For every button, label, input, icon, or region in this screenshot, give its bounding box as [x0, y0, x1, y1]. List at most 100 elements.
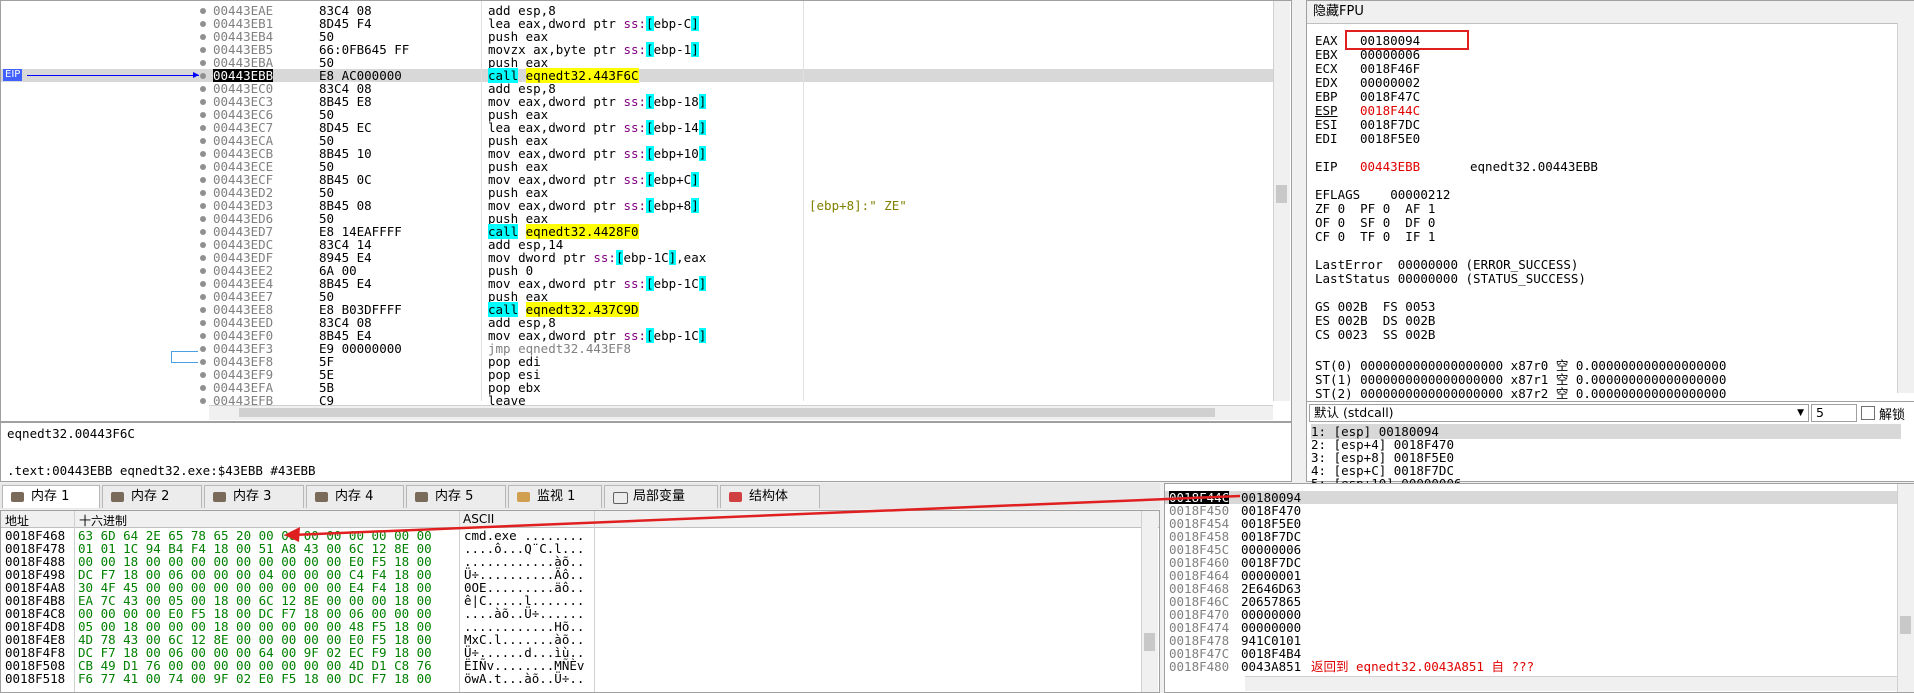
breakpoint-dot[interactable]: [200, 398, 206, 404]
breakpoint-dot[interactable]: [200, 112, 206, 118]
tab-2[interactable]: 内存 3: [204, 485, 304, 508]
stack-vscroll[interactable]: [1897, 484, 1914, 692]
breakpoint-dot[interactable]: [200, 216, 206, 222]
calling-convention-select[interactable]: 默认 (stdcall) ▼: [1309, 404, 1809, 422]
breakpoint-dot[interactable]: [200, 34, 206, 40]
breakpoint-dot[interactable]: [200, 294, 206, 300]
flags-line[interactable]: CF 0 TF 0 IF 1: [1315, 229, 1435, 244]
segment-line[interactable]: GS 002B FS 0053: [1315, 299, 1435, 314]
segment-line[interactable]: CS 0023 SS 002B: [1315, 327, 1435, 342]
disasm-row[interactable]: 00443EB1 8D45 F4 lea eax,dword ptr ss:[ebp…: [1, 16, 1273, 31]
fpu-st-line[interactable]: ST(2) 0000000000000000000 x87r2 空 0.0000…: [1315, 383, 1726, 402]
registers-pane[interactable]: 隐藏FPU EAX 00180094 EBX 00000006 ECX 0018F46F E…: [1306, 0, 1914, 402]
disasm-hscroll-thumb[interactable]: [239, 408, 1215, 417]
memory-icon: [213, 492, 226, 502]
register-ebp[interactable]: EBP 0018F47C: [1315, 89, 1420, 104]
breakpoint-dot[interactable]: [200, 73, 206, 79]
column-separator: [74, 511, 75, 692]
register-esp[interactable]: ESP 0018F44C: [1315, 103, 1420, 118]
breakpoint-dot[interactable]: [200, 346, 206, 352]
tab-3[interactable]: 内存 4: [306, 485, 404, 508]
tab-1[interactable]: 内存 2: [102, 485, 202, 508]
register-esi[interactable]: ESI 0018F7DC: [1315, 117, 1420, 132]
disasm-row[interactable]: 00443EDF 8945 E4 mov dword ptr ss:[ebp-1C]…: [1, 250, 1273, 265]
disassembly-pane[interactable]: 00443EAE 83C4 08 add esp,8 00443EB1 8D45 F4 l…: [0, 0, 1292, 422]
breakpoint-dot[interactable]: [200, 21, 206, 27]
register-ecx[interactable]: ECX 0018F46F: [1315, 61, 1420, 76]
breakpoint-dot[interactable]: [200, 359, 206, 365]
last-error-line[interactable]: LastError 00000000 (ERROR_SUCCESS): [1315, 257, 1578, 272]
stack-vscroll-thumb[interactable]: [1900, 616, 1911, 634]
segment-line[interactable]: ES 002B DS 002B: [1315, 313, 1435, 328]
tab-4[interactable]: 内存 5: [406, 485, 506, 508]
breakpoint-dot[interactable]: [200, 8, 206, 14]
dump-vscroll[interactable]: [1141, 511, 1158, 692]
eflags-line[interactable]: EFLAGS 00000212: [1315, 187, 1450, 202]
tab-0[interactable]: 内存 1: [2, 485, 100, 508]
dump-ascii[interactable]: öwA.t...àõ..Ü÷..: [464, 672, 584, 685]
breakpoint-dot[interactable]: [200, 203, 206, 209]
column-separator: [594, 511, 595, 692]
stack-row[interactable]: 0018F480 0043A851 返回到 eqnedt32.0043A851 自 …: [1165, 660, 1897, 673]
register-edi[interactable]: EDI 0018F5E0: [1315, 131, 1420, 146]
dump-hex[interactable]: F6 77 41 00 74 00 9F 02 E0 F5 18 00 DC F…: [78, 672, 432, 685]
breakpoint-dot[interactable]: [200, 281, 206, 287]
last-error-line[interactable]: LastStatus 00000000 (STATUS_SUCCESS): [1315, 271, 1586, 286]
breakpoint-dot[interactable]: [200, 177, 206, 183]
disasm-row[interactable]: 00443EF9 5E pop esi: [1, 368, 1273, 381]
tab-6[interactable]: 局部变量: [604, 485, 718, 508]
disasm-row[interactable]: 00443EB5 66:0FB645 FF movzx ax,byte ptr ss…: [1, 42, 1273, 57]
disasm-row[interactable]: 00443EF0 8B45 E4 mov eax,dword ptr ss:[ebp…: [1, 328, 1273, 343]
breakpoint-dot[interactable]: [200, 268, 206, 274]
disasm-vscroll[interactable]: [1273, 1, 1290, 401]
disasm-row[interactable]: 00443EE4 8B45 E4 mov eax,dword ptr ss:[ebp…: [1, 276, 1273, 291]
tab-label: 结构体: [749, 489, 789, 504]
disasm-row[interactable]: 00443EC3 8B45 E8 mov eax,dword ptr ss:[ebp…: [1, 94, 1273, 109]
breakpoint-dot[interactable]: [200, 47, 206, 53]
stack-hscroll[interactable]: [1245, 676, 1897, 691]
register-ebx[interactable]: EBX 00000006: [1315, 47, 1420, 62]
hide-fpu-button[interactable]: 隐藏FPU: [1307, 1, 1914, 24]
registers-vscroll[interactable]: [1897, 23, 1914, 393]
breakpoint-dot[interactable]: [200, 190, 206, 196]
breakpoint-dot[interactable]: [200, 164, 206, 170]
stack-pane[interactable]: 0018F44C 00180094 0018F450 0018F470 0018F454…: [1164, 483, 1914, 693]
tab-label: 内存 1: [31, 489, 70, 504]
arg-count-stepper[interactable]: 5: [1811, 404, 1857, 422]
disasm-row[interactable]: 00443ED3 8B45 08 mov eax,dword ptr ss:[ebp…: [1, 198, 1273, 213]
unlock-checkbox[interactable]: [1861, 406, 1875, 420]
breakpoint-dot[interactable]: [200, 385, 206, 391]
breakpoint-dot[interactable]: [200, 86, 206, 92]
dump-vscroll-thumb[interactable]: [1144, 633, 1155, 651]
breakpoint-dot[interactable]: [200, 151, 206, 157]
disasm-row[interactable]: 00443EC7 8D45 EC lea eax,dword ptr ss:[ebp…: [1, 120, 1273, 135]
breakpoint-dot[interactable]: [200, 242, 206, 248]
breakpoint-dot[interactable]: [200, 60, 206, 66]
breakpoint-dot[interactable]: [200, 99, 206, 105]
breakpoint-dot[interactable]: [200, 320, 206, 326]
disasm-row[interactable]: 00443EE8 E8 B03DFFFF call eqnedt32.437C9D: [1, 302, 1273, 317]
register-eax[interactable]: EAX 00180094: [1315, 33, 1420, 48]
breakpoint-dot[interactable]: [200, 125, 206, 131]
eip-label: EIP: [3, 69, 23, 81]
flags-line[interactable]: ZF 0 PF 0 AF 1: [1315, 201, 1435, 216]
call-args-pane[interactable]: 默认 (stdcall) ▼ 5 解锁 1: [esp] 00180094 2: …: [1306, 401, 1914, 491]
disasm-row[interactable]: 00443EFA 5B pop ebx: [1, 381, 1273, 394]
tab-5[interactable]: 监视 1: [508, 485, 602, 508]
breakpoint-dot[interactable]: [200, 229, 206, 235]
register-edx[interactable]: EDX 00000002: [1315, 75, 1420, 90]
breakpoint-dot[interactable]: [200, 333, 206, 339]
disasm-row[interactable]: 00443ECF 8B45 0C mov eax,dword ptr ss:[ebp…: [1, 172, 1273, 187]
disasm-hscroll[interactable]: [209, 405, 1273, 420]
tab-7[interactable]: 结构体: [720, 485, 820, 508]
disasm-row[interactable]: 00443ED7 E8 14EAFFFF call eqnedt32.4428F0: [1, 224, 1273, 239]
breakpoint-dot[interactable]: [200, 138, 206, 144]
disasm-row[interactable]: 00443ECB 8B45 10 mov eax,dword ptr ss:[ebp…: [1, 146, 1273, 161]
register-eip[interactable]: EIP 00443EBB eqnedt32.00443EBB: [1315, 159, 1598, 174]
disasm-vscroll-thumb[interactable]: [1276, 185, 1287, 203]
breakpoint-dot[interactable]: [200, 372, 206, 378]
breakpoint-dot[interactable]: [200, 307, 206, 313]
memory-dump-pane[interactable]: 地址 十六进制 ASCII 0018F468 63 6D 64 2E 65 78 …: [0, 510, 1160, 693]
flags-line[interactable]: OF 0 SF 0 DF 0: [1315, 215, 1435, 230]
breakpoint-dot[interactable]: [200, 255, 206, 261]
